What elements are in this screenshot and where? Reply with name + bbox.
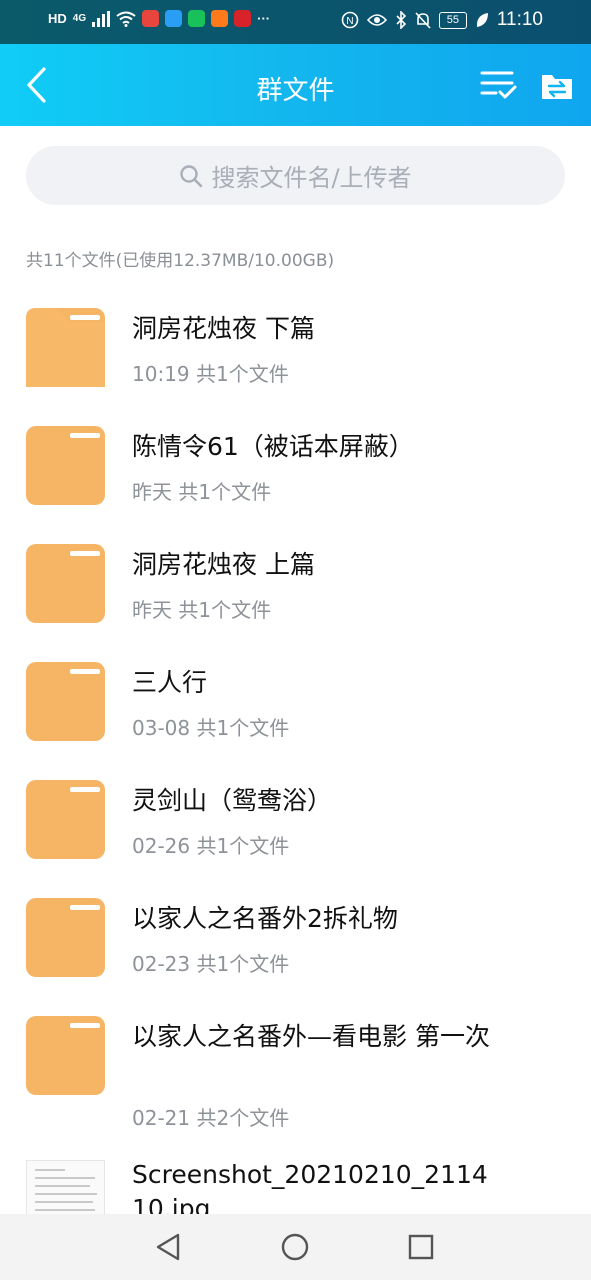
network-label: 4G	[72, 13, 87, 24]
search-placeholder: 搜索文件名/上传者	[211, 164, 412, 192]
recents-square-icon[interactable]	[406, 1232, 436, 1262]
battery-indicator: 55	[438, 11, 467, 29]
back-triangle-icon[interactable]	[154, 1232, 184, 1262]
storage-summary: 共11个文件(已使用12.37MB/10.00GB)	[26, 251, 335, 271]
folder-item[interactable]: 洞房花烛夜 下篇 10:19 共1个文件	[0, 296, 591, 414]
folder-item[interactable]: 三人行 03-08 共1个文件	[0, 650, 591, 768]
file-name: 以家人之名番外—看电影 第一次	[132, 1022, 490, 1051]
folder-transfer-icon[interactable]	[540, 70, 574, 102]
file-meta: 02-26 共1个文件	[132, 834, 290, 858]
file-meta: 昨天 共1个文件	[132, 598, 272, 622]
file-name: 灵剑山（鸳鸯浴）	[132, 786, 333, 815]
svg-text:N: N	[346, 16, 353, 27]
more-notifications: ···	[257, 11, 271, 26]
app-58-icon	[142, 10, 160, 27]
file-name: 洞房花烛夜 下篇	[132, 314, 315, 343]
app-book-icon	[188, 10, 206, 27]
folder-icon	[26, 898, 105, 977]
folder-item[interactable]: 以家人之名番外—看电影 第一次 02-21 共2个文件	[0, 1004, 591, 1146]
folder-item[interactable]: 陈情令61（被话本屏蔽） 昨天 共1个文件	[0, 414, 591, 532]
folder-item[interactable]: 洞房花烛夜 上篇 昨天 共1个文件	[0, 532, 591, 650]
eye-icon	[366, 14, 387, 26]
file-meta: 02-23 共1个文件	[132, 952, 290, 976]
search-input[interactable]: 搜索文件名/上传者	[26, 146, 565, 205]
wifi-icon	[116, 11, 136, 27]
group-files-screen: HD 4G ··· N 55 11:10 群文件 搜索文件名/上传者 共11个文…	[0, 0, 591, 1280]
folder-item[interactable]: 以家人之名番外2拆礼物 02-23 共1个文件	[0, 886, 591, 1004]
file-name: 陈情令61（被话本屏蔽）	[132, 432, 414, 461]
search-icon	[180, 164, 203, 187]
home-circle-icon[interactable]	[280, 1232, 310, 1262]
mute-bell-icon	[415, 12, 431, 29]
app-ele-icon	[165, 10, 183, 27]
status-right: N 55 11:10	[341, 9, 543, 31]
folder-icon	[26, 544, 105, 623]
signal-icon	[92, 10, 111, 27]
folder-icon	[26, 662, 105, 741]
file-name: 洞房花烛夜 上篇	[132, 550, 315, 579]
nfc-icon: N	[341, 11, 359, 29]
clock: 11:10	[496, 9, 543, 30]
app-tmall-icon	[234, 10, 252, 27]
file-meta: 10:19 共1个文件	[132, 362, 289, 386]
sort-checklist-icon[interactable]	[478, 68, 518, 102]
folder-icon	[26, 426, 105, 505]
file-meta: 03-08 共1个文件	[132, 716, 290, 740]
nav-bar: 群文件	[0, 44, 591, 126]
system-navigation-bar	[0, 1214, 591, 1280]
folder-item[interactable]: 灵剑山（鸳鸯浴） 02-26 共1个文件	[0, 768, 591, 886]
app-taobao-icon	[211, 10, 229, 27]
folder-icon	[26, 308, 105, 387]
file-meta: 昨天 共1个文件	[132, 480, 272, 504]
file-name: 以家人之名番外2拆礼物	[132, 904, 398, 933]
status-bar: HD 4G ··· N 55 11:10	[0, 0, 591, 44]
leaf-icon	[476, 13, 488, 27]
bluetooth-icon	[396, 11, 406, 29]
file-meta: 02-21 共2个文件	[132, 1106, 290, 1130]
hd-label: HD	[48, 11, 67, 26]
file-name: 三人行	[132, 668, 208, 697]
status-left: HD 4G ···	[48, 10, 270, 27]
top-header-area: HD 4G ··· N 55 11:10 群文件	[0, 0, 591, 126]
folder-icon	[26, 1016, 105, 1095]
folder-icon	[26, 780, 105, 859]
